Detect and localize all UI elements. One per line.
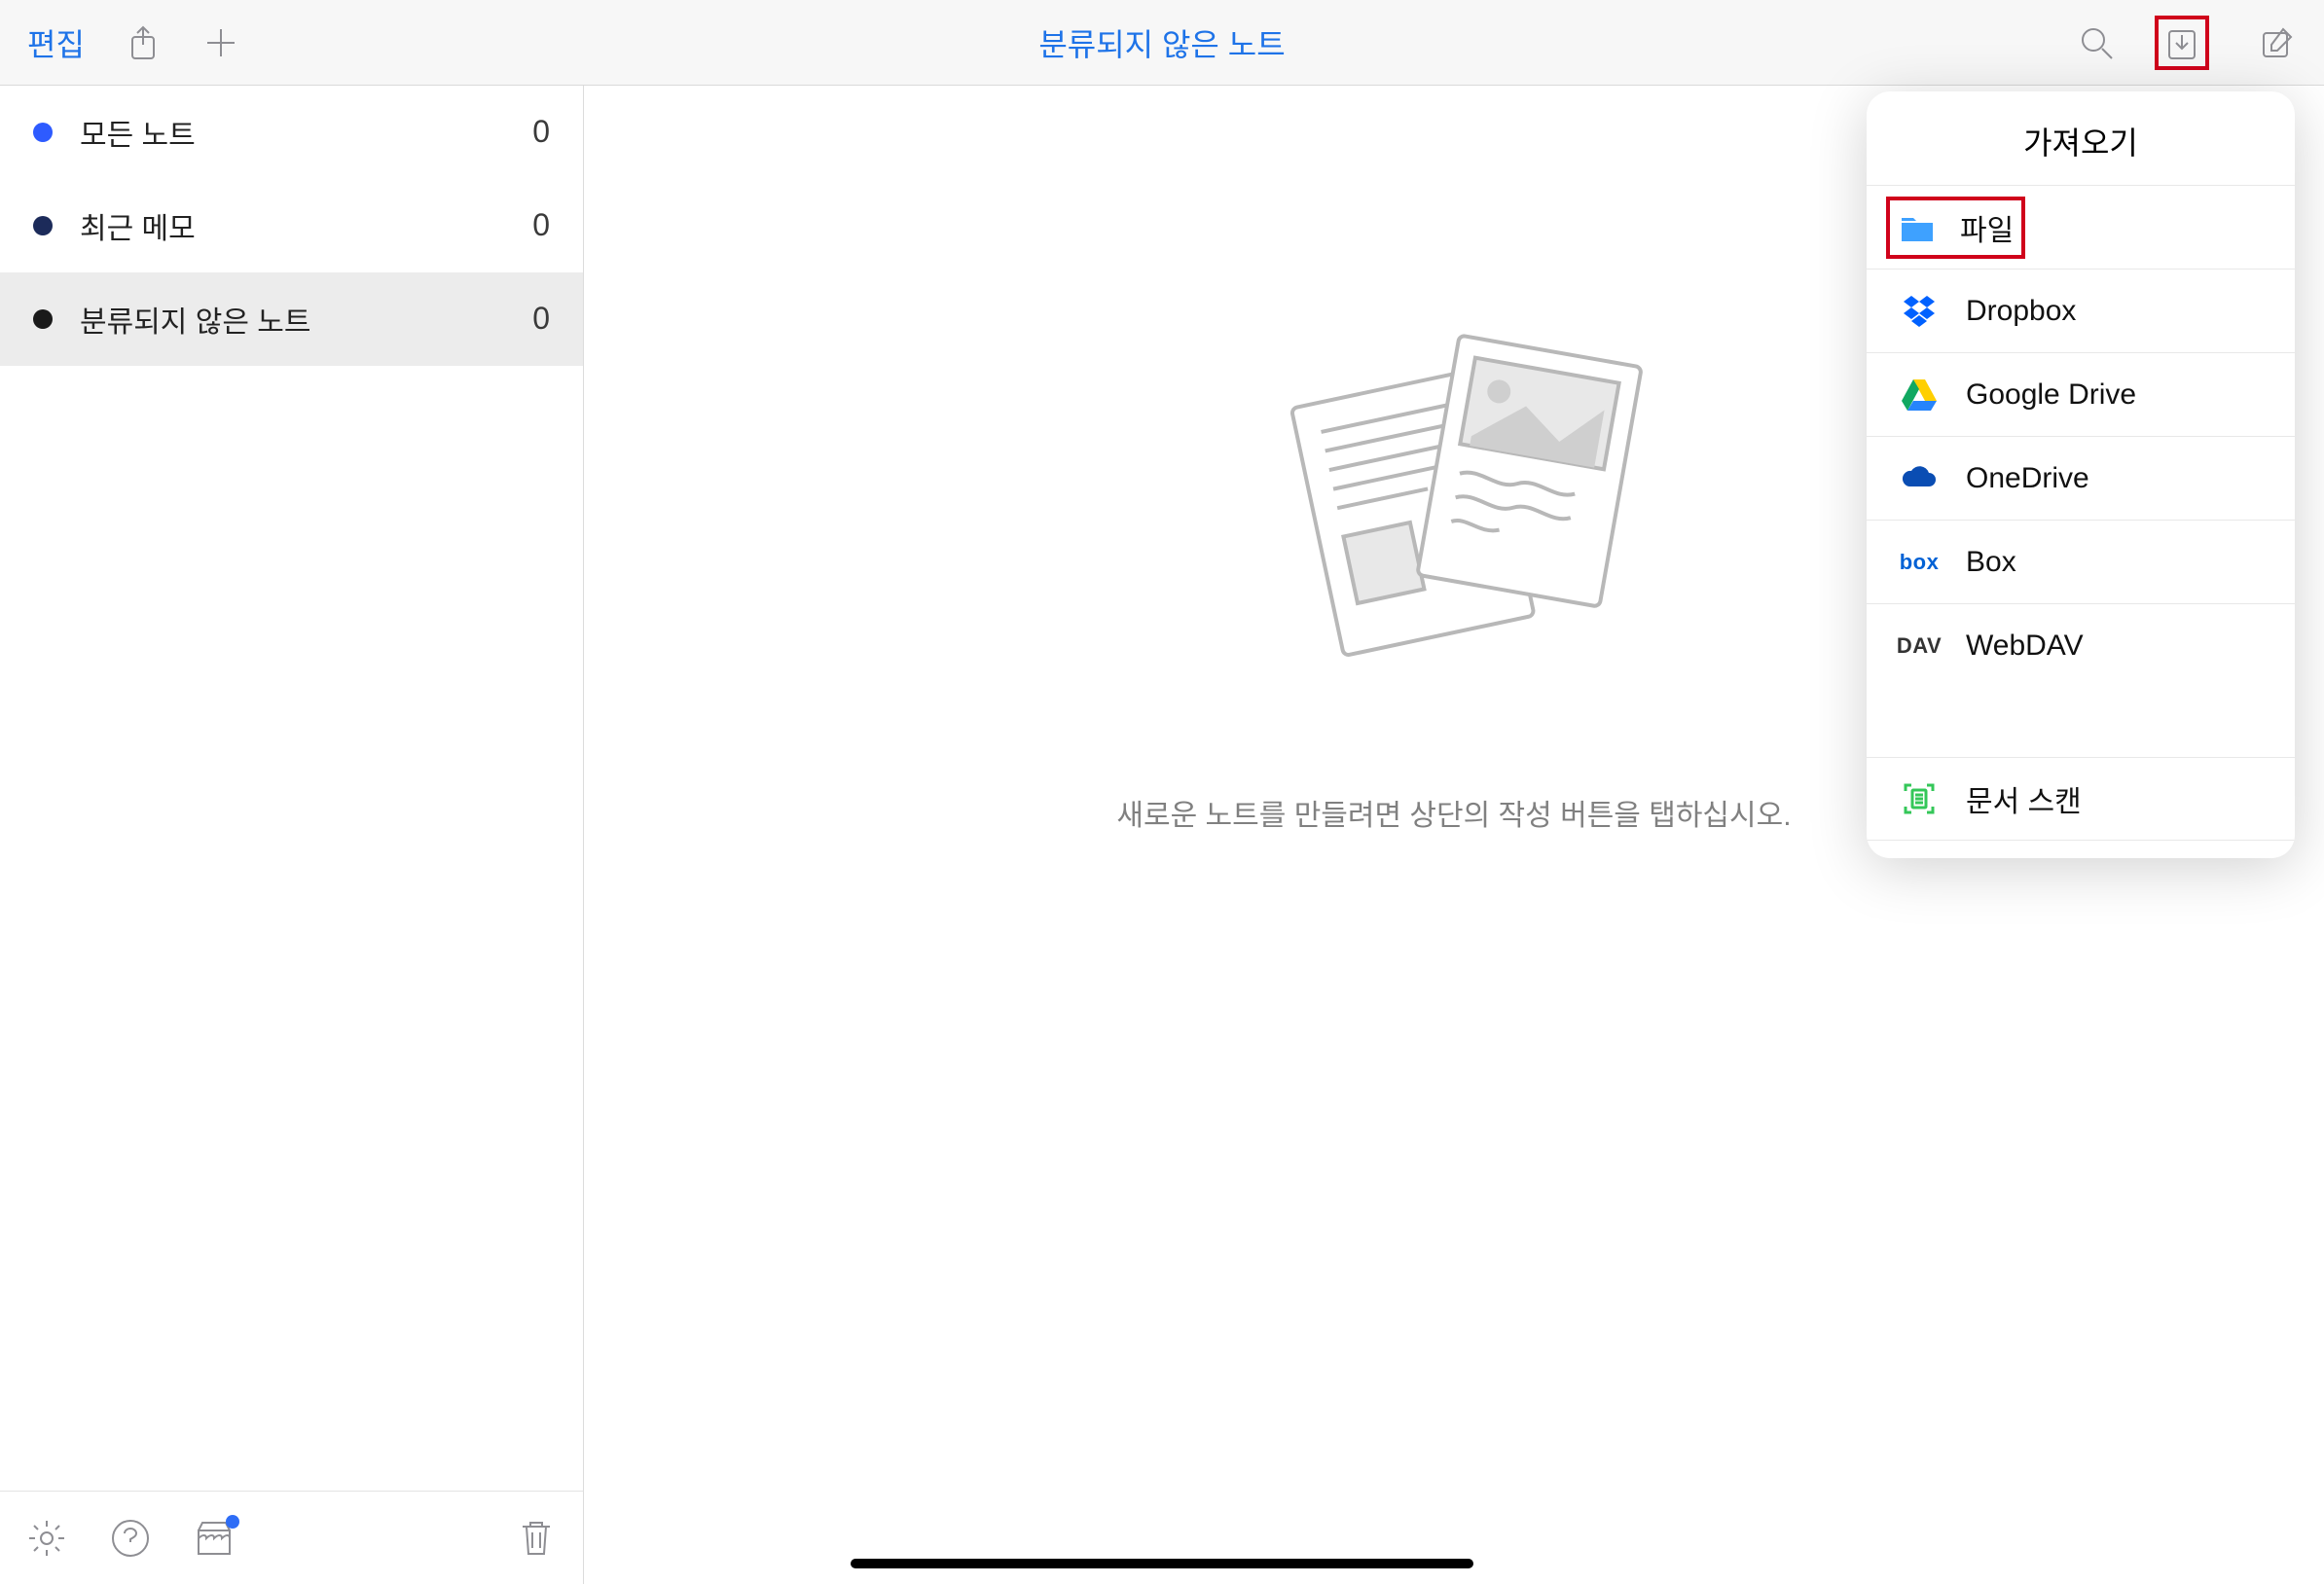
popover-item-label: 파일	[1960, 206, 2014, 249]
sidebar-item-label: 모든 노트	[80, 111, 532, 154]
scan-icon	[1900, 779, 1939, 818]
sidebar: 모든 노트 0 최근 메모 0 분류되지 않은 노트 0	[0, 86, 584, 1584]
share-icon[interactable]	[124, 23, 163, 62]
sidebar-item-label: 분류되지 않은 노트	[80, 298, 532, 341]
webdav-icon: DAV	[1900, 627, 1939, 666]
import-source-box[interactable]: box Box	[1867, 520, 2295, 603]
empty-documents-illustration	[1230, 280, 1678, 733]
settings-icon[interactable]	[25, 1517, 68, 1560]
compose-icon[interactable]	[2258, 23, 2297, 62]
store-icon[interactable]	[193, 1517, 236, 1560]
sidebar-item-all-notes[interactable]: 모든 노트 0	[0, 86, 583, 179]
home-indicator[interactable]	[851, 1559, 1473, 1568]
import-icon[interactable]	[2162, 23, 2201, 62]
popover-item-label: Box	[1966, 546, 2016, 579]
popover-item-label: Dropbox	[1966, 295, 2076, 328]
sidebar-item-recent[interactable]: 최근 메모 0	[0, 179, 583, 272]
sidebar-item-count: 0	[532, 114, 550, 150]
bullet-icon	[33, 216, 53, 235]
google-drive-icon	[1900, 376, 1939, 414]
top-toolbar: 편집 분류되지 않은 노트	[0, 0, 2324, 86]
import-source-webdav[interactable]: DAV WebDAV	[1867, 603, 2295, 687]
import-source-gdrive[interactable]: Google Drive	[1867, 352, 2295, 436]
empty-state-text: 새로운 노트를 만들려면 상단의 작성 버튼을 탭하십시오.	[1116, 791, 1791, 834]
popover-item-label: OneDrive	[1966, 462, 2089, 495]
import-source-onedrive[interactable]: OneDrive	[1867, 436, 2295, 520]
sidebar-item-uncategorized[interactable]: 분류되지 않은 노트 0	[0, 272, 583, 366]
notification-badge	[226, 1515, 239, 1529]
sidebar-item-label: 최근 메모	[80, 204, 532, 247]
help-icon[interactable]	[109, 1517, 152, 1560]
page-title: 분류되지 않은 노트	[1038, 27, 1285, 62]
edit-button[interactable]: 편집	[27, 20, 85, 65]
popover-title: 가져오기	[1867, 91, 2295, 185]
import-source-dropbox[interactable]: Dropbox	[1867, 269, 2295, 352]
folder-icon	[1898, 208, 1937, 247]
import-button-highlight	[2155, 16, 2209, 70]
sidebar-item-count: 0	[532, 301, 550, 337]
sidebar-item-count: 0	[532, 207, 550, 243]
sidebar-footer	[0, 1491, 583, 1584]
add-icon[interactable]	[201, 23, 240, 62]
import-scan-document[interactable]: 문서 스캔	[1867, 757, 2295, 841]
bullet-icon	[33, 309, 53, 329]
trash-icon[interactable]	[515, 1517, 558, 1560]
popover-item-label: WebDAV	[1966, 630, 2084, 663]
popover-item-label: Google Drive	[1966, 378, 2136, 412]
popover-item-label: 문서 스캔	[1966, 777, 2082, 820]
bullet-icon	[33, 123, 53, 142]
box-icon: box	[1900, 543, 1939, 582]
search-icon[interactable]	[2077, 23, 2116, 62]
import-source-files-highlight: 파일	[1886, 197, 2025, 259]
dropbox-icon	[1900, 292, 1939, 331]
onedrive-icon	[1900, 459, 1939, 498]
import-source-files[interactable]: 파일	[1867, 185, 2295, 269]
import-popover: 가져오기 파일 Dropbox Google Drive OneDrive bo…	[1867, 91, 2295, 858]
sidebar-list: 모든 노트 0 최근 메모 0 분류되지 않은 노트 0	[0, 86, 583, 1491]
